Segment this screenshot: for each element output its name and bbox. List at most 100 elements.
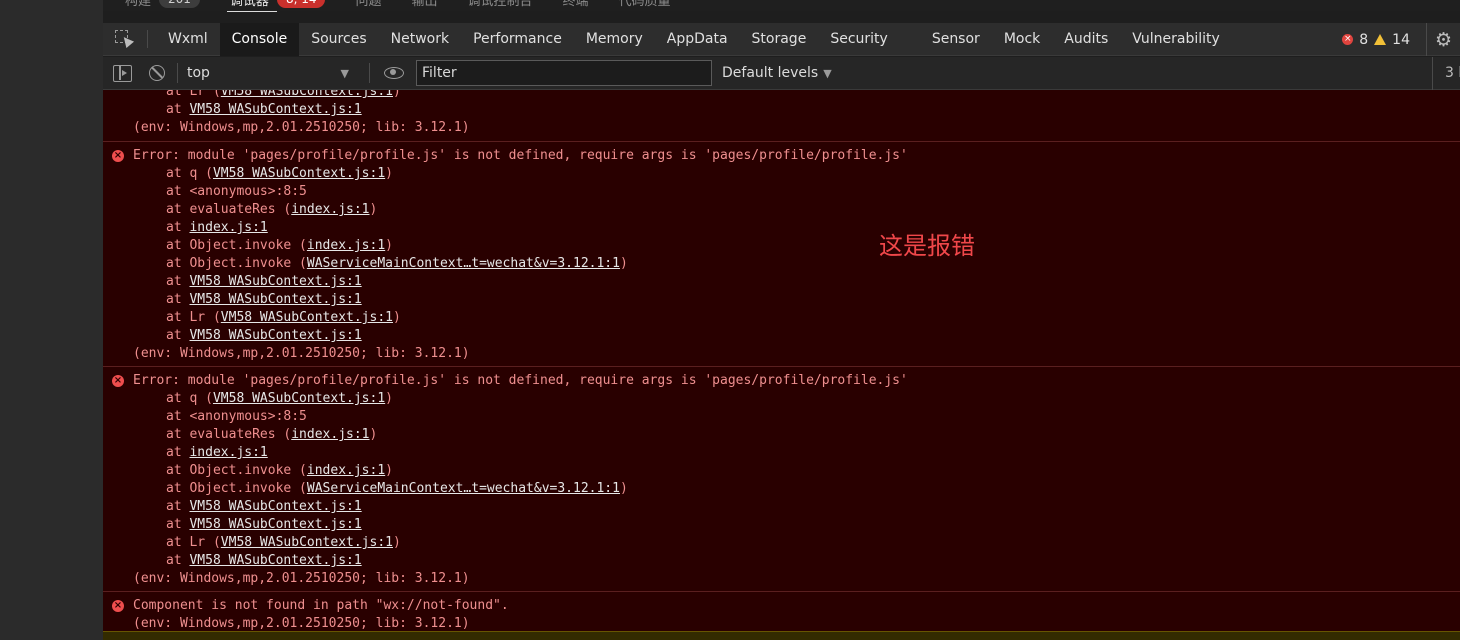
source-link[interactable]: VM58 WASubContext.js:1 — [189, 328, 361, 343]
source-link[interactable]: VM58 WASubContext.js:1 — [221, 90, 393, 99]
frame-prefix: at q ( — [166, 391, 213, 406]
frame-suffix: ) — [619, 256, 628, 271]
ide-tab[interactable]: 调试器 8, 14 — [230, 0, 326, 9]
source-link[interactable]: WAServiceMainContext…t=wechat&v=3.12.1:1 — [307, 481, 620, 496]
source-link[interactable]: VM58 WASubContext.js:1 — [213, 166, 385, 181]
source-link[interactable]: index.js:1 — [291, 427, 369, 442]
debugger-panel: 构建 201 调试器 8, 14 问题 输出 调试控制台 终端 代码质量 WxmlConsole… — [103, 0, 1460, 640]
frame-suffix: ) — [385, 166, 393, 181]
devtools-tabs: Wxml Console Sources Network Performance Memo… — [156, 22, 1232, 56]
frame-prefix: at — [166, 517, 190, 532]
tab-sources[interactable]: Sources — [299, 23, 378, 56]
tab-audits[interactable]: Audits — [1052, 23, 1120, 56]
tab-appdata[interactable]: AppData — [655, 23, 740, 56]
console-error-message[interactable]: × Error: module 'pages/profile/profile.js… — [103, 142, 1460, 367]
show-sidebar-icon[interactable] — [113, 64, 132, 82]
tab-performance[interactable]: Performance — [461, 23, 574, 56]
chevron-down-icon: ▼ — [340, 66, 349, 80]
frame-prefix: at — [166, 328, 190, 343]
frame-prefix: at — [166, 292, 190, 307]
console-toolbar: top ▼ Default levels ▼ 3 hidden — [103, 57, 1460, 90]
console-messages[interactable]: at Lr (VM58 WASubContext.js:1) at VM58 WA… — [103, 90, 1460, 640]
source-link[interactable]: index.js:1 — [189, 220, 267, 235]
source-link[interactable]: index.js:1 — [291, 202, 369, 217]
frame-prefix: at Lr ( — [166, 90, 221, 99]
annotation-text: 这是报错 — [879, 232, 975, 260]
source-link[interactable]: VM58 WASubContext.js:1 — [221, 310, 393, 325]
error-icon: × — [112, 150, 124, 162]
ide-tab[interactable]: 调试控制台 — [468, 0, 533, 9]
stack-frame: at Object.invoke (WAServiceMainContext…t… — [103, 255, 1460, 273]
stack-frame: at Object.invoke (WAServiceMainContext…t… — [103, 480, 1460, 498]
tab-security[interactable]: Security — [818, 23, 900, 56]
frame-suffix: ) — [385, 463, 393, 478]
ide-tab-label: 问题 — [355, 0, 382, 9]
active-tab-underline — [227, 11, 277, 12]
error-icon: × — [112, 375, 124, 387]
tab-mock[interactable]: Mock — [992, 23, 1052, 56]
ide-tab-label: 终端 — [562, 0, 589, 9]
source-link[interactable]: index.js:1 — [189, 445, 267, 460]
stack-frame: at <anonymous>:8:5 — [103, 408, 1460, 426]
ide-tab[interactable]: 输出 — [412, 0, 438, 9]
frame-prefix: at Lr ( — [166, 535, 221, 550]
ide-tab-label: 调试控制台 — [467, 0, 533, 9]
frame-prefix: at <anonymous>:8:5 — [166, 409, 307, 424]
source-link[interactable]: VM58 WASubContext.js:1 — [189, 517, 361, 532]
source-link[interactable]: index.js:1 — [307, 463, 385, 478]
clear-console-icon[interactable] — [149, 65, 165, 81]
issue-counters[interactable]: × 8 14 ⚙ — [1342, 23, 1460, 56]
stack-frame: at Lr (VM58 WASubContext.js:1) — [103, 534, 1460, 552]
ide-tab[interactable]: 终端 — [563, 0, 589, 9]
source-link[interactable]: index.js:1 — [307, 238, 385, 253]
settings-gear-icon[interactable]: ⚙ — [1426, 23, 1460, 56]
env-info-text: (env: Windows,mp,2.01.2510250; lib: 3.12… — [133, 346, 470, 361]
stack-frame: at VM58 WASubContext.js:1 — [103, 552, 1460, 570]
frame-prefix: at evaluateRes ( — [166, 202, 292, 217]
console-error-message[interactable]: at Lr (VM58 WASubContext.js:1) at VM58 WA… — [103, 90, 1460, 142]
log-levels-dropdown[interactable]: Default levels ▼ — [722, 65, 832, 81]
env-info-text: (env: Windows,mp,2.01.2510250; lib: 3.12… — [133, 120, 470, 135]
tab-memory[interactable]: Memory — [574, 23, 655, 56]
frame-prefix: at evaluateRes ( — [166, 427, 292, 442]
context-selector[interactable]: top ▼ — [187, 65, 357, 81]
source-link[interactable]: VM58 WASubContext.js:1 — [189, 274, 361, 289]
levels-label: Default levels — [722, 65, 819, 81]
source-link[interactable]: VM58 WASubContext.js:1 — [221, 535, 393, 550]
tab-console[interactable]: Console — [219, 22, 300, 56]
source-link[interactable]: VM58 WASubContext.js:1 — [189, 292, 361, 307]
tab-wxml[interactable]: Wxml — [156, 23, 220, 56]
filter-input[interactable] — [416, 60, 712, 86]
frame-suffix: ) — [392, 90, 401, 99]
frame-prefix: at — [166, 553, 190, 568]
tab-sensor[interactable]: Sensor — [920, 23, 992, 56]
tab-vulnerability[interactable]: Vulnerability — [1120, 23, 1232, 56]
stack-frame: at VM58 WASubContext.js:1 — [103, 273, 1460, 291]
source-link[interactable]: VM58 WASubContext.js:1 — [189, 499, 361, 514]
stack-frame: at VM58 WASubContext.js:1 — [103, 327, 1460, 345]
frame-suffix: ) — [369, 202, 378, 217]
tab-network[interactable]: Network — [379, 23, 461, 56]
ide-tab[interactable]: 问题 — [355, 0, 381, 9]
toolbar-divider — [177, 63, 178, 83]
frame-prefix: at — [166, 220, 190, 235]
ide-tab[interactable]: 构建 201 — [125, 0, 200, 9]
ide-tab-label: 调试器 — [229, 0, 269, 9]
warning-message-strip — [103, 631, 1460, 640]
inspect-element-icon[interactable] — [115, 30, 135, 49]
source-link[interactable]: WAServiceMainContext…t=wechat&v=3.12.1:1 — [307, 256, 620, 271]
source-link[interactable]: VM58 WASubContext.js:1 — [213, 391, 385, 406]
frame-prefix: at <anonymous>:8:5 — [166, 184, 307, 199]
frame-prefix: at — [166, 102, 190, 117]
frame-suffix: ) — [385, 238, 393, 253]
frame-suffix: ) — [392, 535, 401, 550]
error-count-icon: × — [1342, 34, 1354, 45]
ide-tab[interactable]: 代码质量 — [619, 0, 671, 9]
ide-tab-label: 代码质量 — [618, 0, 671, 9]
live-expression-eye-icon[interactable] — [384, 67, 404, 79]
frame-prefix: at Object.invoke ( — [166, 238, 307, 253]
console-error-message[interactable]: × Error: module 'pages/profile/profile.js… — [103, 367, 1460, 592]
source-link[interactable]: VM58 WASubContext.js:1 — [189, 553, 361, 568]
tab-storage[interactable]: Storage — [740, 23, 819, 56]
source-link[interactable]: VM58 WASubContext.js:1 — [189, 102, 361, 117]
